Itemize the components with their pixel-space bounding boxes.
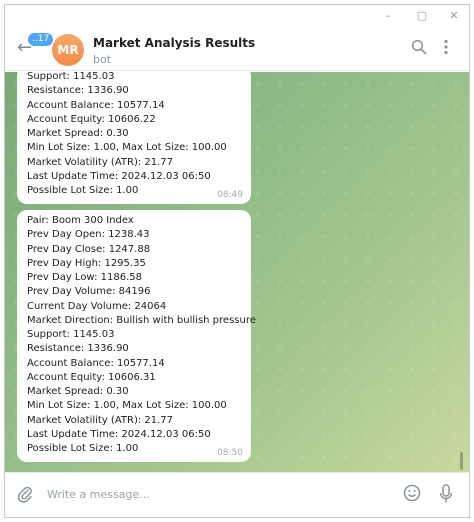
message-line: Min Lot Size: 1.00, Max Lot Size: 100.00 [27,142,227,154]
message-line: Min Lot Size: 1.00, Max Lot Size: 100.00 [27,400,227,412]
composer: Write a message... [5,472,469,517]
microphone-icon[interactable] [439,484,453,509]
search-icon[interactable] [411,39,427,60]
chat-header: ← ..17 MR Market Analysis Results bot [5,27,469,71]
message-line: Current Day Volume: 24064 [27,300,167,312]
message-line: Possible Lot Size: 1.00 [27,443,139,454]
message-line: Resistance: 1336.90 [27,343,129,355]
more-vertical-icon[interactable] [443,39,449,60]
message-bubble[interactable]: Pair: Boom 300 Index Prev Day Open: 1238.… [17,210,256,463]
message-line: Possible Lot Size: 1.00 [27,185,139,196]
message-line: Prev Day Open: 1238.43 [27,229,150,241]
message-text: Pair: Boom 300 Index Prev Day Open: 1238.… [27,214,256,456]
message-line: Account Equity: 10606.22 [27,113,156,125]
message-line: Pair: Boom 300 Index [27,215,134,226]
message-time: 08:50 [217,448,243,459]
message-line: Market Spread: 0.30 [27,386,129,397]
message-line: Last Update Time: 2024.12.03 06:50 [27,428,211,440]
message-line: Prev Day High: 1295.35 [27,257,146,269]
message-line: Prev Day Low: 1186.58 [27,272,142,283]
message-time: 08:49 [217,190,243,201]
message-line: Account Balance: 10577.14 [27,99,165,111]
message-line: Prev Day Close: 1247.88 [27,243,151,255]
unread-badge: ..17 [28,33,54,46]
message-line: Prev Day Volume: 84196 [27,286,151,298]
telegram-window: – ▢ ✕ ← ..17 MR Market Analysis Results … [4,4,470,518]
avatar[interactable]: MR [52,34,84,66]
paperclip-icon[interactable] [17,485,33,508]
message-line: Market Volatility (ATR): 21.77 [27,414,174,426]
message-line: Market Direction: Bullish with bullish p… [27,314,256,326]
minimize-button[interactable]: – [377,7,399,25]
message-area[interactable]: Support: 1145.03 Resistance: 1336.90 Accou… [5,72,469,472]
emoji-icon[interactable] [403,484,421,507]
message-line: Market Volatility (ATR): 21.77 [27,156,174,168]
title-bar: – ▢ ✕ [5,5,469,27]
close-button[interactable]: ✕ [443,7,465,25]
message-line: Account Equity: 10606.31 [27,371,156,383]
message-line: Market Spread: 0.30 [27,128,129,139]
message-text: Support: 1145.03 Resistance: 1336.90 Accou… [27,72,243,198]
message-line: Account Balance: 10577.14 [27,357,165,369]
maximize-button[interactable]: ▢ [411,7,433,25]
message-line: Resistance: 1336.90 [27,85,129,97]
message-input[interactable]: Write a message... [47,488,150,501]
chat-subtitle: bot [93,53,112,66]
message-line: Support: 1145.03 [27,72,115,82]
message-line: Support: 1145.03 [27,329,115,340]
badge-count: 17 [37,34,50,44]
message-line: Last Update Time: 2024.12.03 06:50 [27,170,211,182]
scrollbar[interactable] [460,452,463,470]
message-bubble[interactable]: Support: 1145.03 Resistance: 1336.90 Accou… [17,72,251,205]
chat-title[interactable]: Market Analysis Results [93,36,255,50]
